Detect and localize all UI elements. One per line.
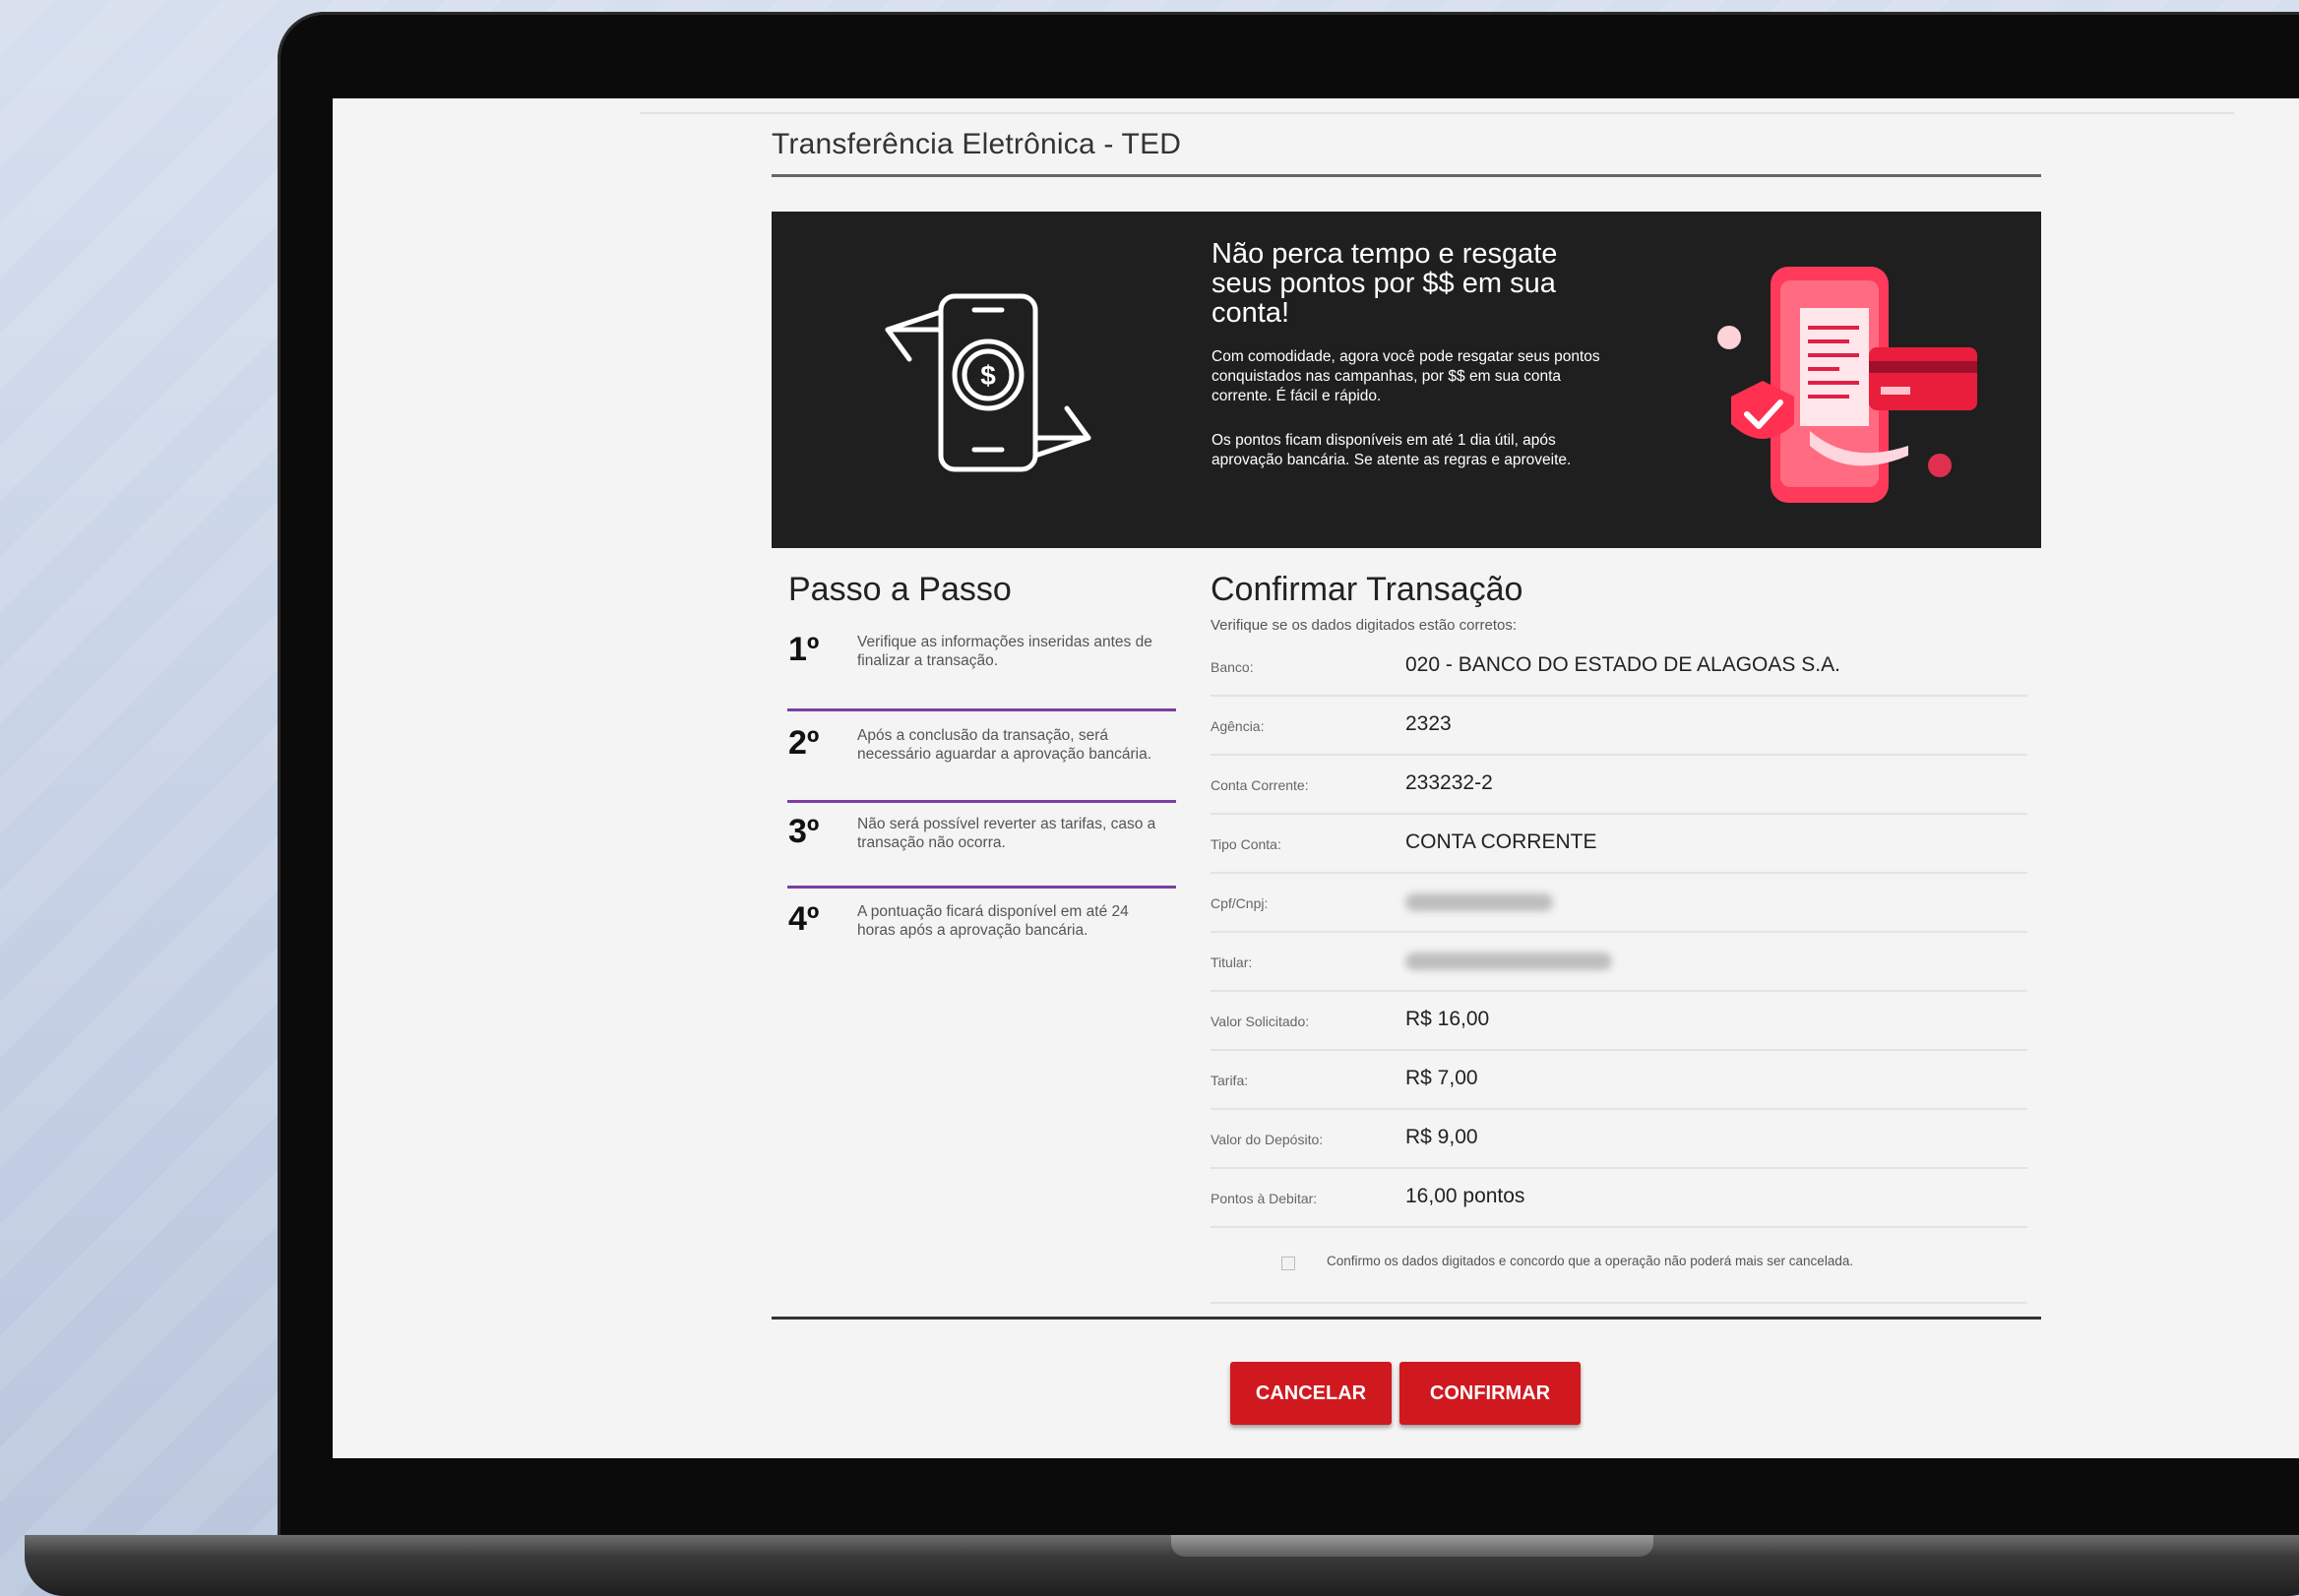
- step-number: 1º: [788, 631, 820, 668]
- detail-label: Agência:: [1211, 718, 1265, 734]
- detail-label: Titular:: [1211, 954, 1253, 970]
- step-divider: [787, 800, 1176, 803]
- detail-label: Banco:: [1211, 659, 1254, 675]
- banner-heading: Não perca tempo e resgate seus pontos po…: [1212, 238, 1558, 329]
- detail-label: Tipo Conta:: [1211, 836, 1281, 852]
- step-text: Após a conclusão da transação, será nece…: [857, 727, 1151, 763]
- header-divider: [640, 112, 2234, 114]
- title-divider: [772, 174, 2041, 177]
- detail-row-cpf-cnpj: Cpf/Cnpj:: [1211, 874, 2027, 933]
- detail-row-valor-deposito: Valor do Depósito: R$ 9,00: [1211, 1110, 2027, 1169]
- detail-row-titular: Titular:: [1211, 933, 2027, 992]
- detail-row-tarifa: Tarifa: R$ 7,00: [1211, 1051, 2027, 1110]
- promo-banner: $ Não perca tempo e resgate seus pontos …: [772, 212, 2041, 548]
- banner-paragraph: Os pontos ficam disponíveis em até 1 dia…: [1212, 432, 1572, 468]
- step-text: Não será possível reverter as tarifas, c…: [857, 816, 1156, 851]
- detail-value: 16,00 pontos: [1405, 1185, 1525, 1207]
- laptop-hinge: [1171, 1535, 1653, 1557]
- step-text: A pontuação ficará disponível em até 24 …: [857, 903, 1129, 939]
- laptop-base: [25, 1535, 2299, 1596]
- step-divider: [787, 886, 1176, 889]
- svg-text:$: $: [980, 360, 996, 391]
- detail-value: 2323: [1405, 712, 1452, 735]
- detail-label: Tarifa:: [1211, 1073, 1249, 1088]
- agree-row: Confirmo os dados digitados e concordo q…: [1211, 1228, 2027, 1304]
- step-text: Verifique as informações inseridas antes…: [857, 634, 1152, 669]
- transaction-details: Banco: 020 - BANCO DO ESTADO DE ALAGOAS …: [1211, 638, 2027, 1304]
- confirm-button[interactable]: CONFIRMAR: [1399, 1362, 1581, 1425]
- step-number: 2º: [788, 724, 820, 762]
- detail-value: R$ 9,00: [1405, 1126, 1478, 1148]
- detail-label: Valor Solicitado:: [1211, 1013, 1310, 1029]
- detail-label: Cpf/Cnpj:: [1211, 895, 1269, 911]
- detail-value: CONTA CORRENTE: [1405, 830, 1597, 853]
- banner-paragraph: Com comodidade, agora você pode resgatar…: [1212, 348, 1600, 404]
- detail-row-tipo-conta: Tipo Conta: CONTA CORRENTE: [1211, 815, 2027, 874]
- detail-value: R$ 16,00: [1405, 1008, 1490, 1030]
- redacted-value: [1405, 893, 1553, 911]
- detail-value: 020 - BANCO DO ESTADO DE ALAGOAS S.A.: [1405, 653, 1840, 676]
- page-title: Transferência Eletrônica - TED: [772, 128, 1182, 160]
- redacted-value: [1405, 952, 1612, 970]
- detail-value: R$ 7,00: [1405, 1067, 1478, 1089]
- detail-label: Conta Corrente:: [1211, 777, 1309, 793]
- footer-divider: [772, 1317, 2041, 1320]
- phone-receipt-card-illustration: [1717, 267, 1977, 503]
- steps-title: Passo a Passo: [788, 571, 1012, 608]
- confirm-title: Confirmar Transação: [1211, 571, 1523, 608]
- detail-row-valor-solicitado: Valor Solicitado: R$ 16,00: [1211, 992, 2027, 1051]
- phone-dollar-transfer-icon: $: [885, 293, 1091, 472]
- agree-checkbox[interactable]: [1281, 1257, 1295, 1270]
- step-divider: [787, 708, 1176, 711]
- detail-row-agencia: Agência: 2323: [1211, 697, 2027, 756]
- detail-row-conta: Conta Corrente: 233232-2: [1211, 756, 2027, 815]
- detail-row-banco: Banco: 020 - BANCO DO ESTADO DE ALAGOAS …: [1211, 638, 2027, 697]
- agree-label: Confirmo os dados digitados e concordo q…: [1327, 1254, 1854, 1268]
- detail-value: 233232-2: [1405, 771, 1493, 794]
- cancel-button[interactable]: CANCELAR: [1230, 1362, 1392, 1425]
- confirm-subtitle: Verifique se os dados digitados estão co…: [1211, 617, 1518, 634]
- detail-label: Pontos à Debitar:: [1211, 1191, 1318, 1206]
- detail-row-pontos: Pontos à Debitar: 16,00 pontos: [1211, 1169, 2027, 1228]
- step-number: 3º: [788, 813, 820, 850]
- laptop-screen: Transferência Eletrônica - TED $ Não per…: [333, 98, 2299, 1458]
- detail-label: Valor do Depósito:: [1211, 1132, 1324, 1147]
- step-number: 4º: [788, 900, 820, 938]
